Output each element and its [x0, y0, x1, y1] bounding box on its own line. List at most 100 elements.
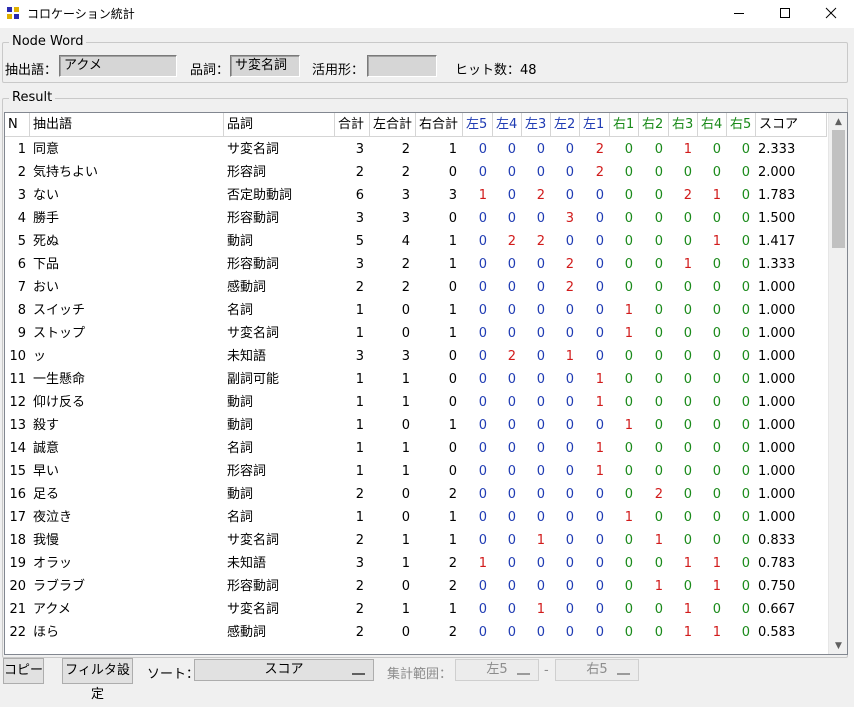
minimize-button[interactable] — [716, 0, 762, 26]
table-row[interactable]: 7 おい 感動詞 2 2 0 0 0 0 2 0 0 0 0 0 0 1.000 — [5, 276, 827, 299]
table-cell: 勝手 — [33, 211, 60, 226]
table-cell: 2 — [355, 625, 364, 640]
column-header[interactable]: 右合計 — [416, 113, 463, 137]
table-row[interactable]: 15 早い 形容詞 1 1 0 0 0 0 0 1 0 0 0 0 0 1.000 — [5, 460, 827, 483]
table-cell: 1 — [624, 510, 633, 525]
table-row[interactable]: 21 アクメ サ変名詞 2 1 1 0 0 1 0 0 0 0 1 0 0 0.667 — [5, 598, 827, 621]
table-cell: 0 — [624, 395, 633, 410]
table-row[interactable]: 17 夜泣き 名詞 1 0 1 0 0 0 0 0 1 0 0 0 0 1.000 — [5, 506, 827, 529]
scroll-thumb[interactable] — [832, 130, 845, 248]
column-header[interactable]: 品詞 — [224, 113, 335, 137]
table-row[interactable]: 5 死ぬ 動詞 5 4 1 0 2 2 0 0 0 0 0 1 0 1.417 — [5, 230, 827, 253]
table-cell: 1.000 — [758, 441, 796, 456]
table-cell: 0 — [595, 533, 604, 548]
chevron-down-icon — [517, 670, 530, 675]
table-row[interactable]: 13 殺す 動詞 1 0 1 0 0 0 0 0 1 0 0 0 0 1.000 — [5, 414, 827, 437]
table-cell: 0 — [507, 280, 516, 295]
table-cell: 1 — [712, 188, 721, 203]
table-row[interactable]: 6 下品 形容動詞 3 2 1 0 0 0 2 0 0 0 1 0 0 1.333 — [5, 253, 827, 276]
table-cell: 1 — [654, 579, 663, 594]
table-cell: 0 — [741, 625, 750, 640]
column-header[interactable]: 左2 — [551, 113, 580, 137]
table-cell: 1 — [448, 234, 457, 249]
range-from-dropdown[interactable]: 左5 — [455, 659, 539, 681]
column-header[interactable]: 右3 — [669, 113, 698, 137]
table-cell: 1 — [448, 257, 457, 272]
table-body: 1 同意 サ変名詞 3 2 1 0 0 0 0 2 0 0 1 0 0 2.333 2 気持ちよい 形容詞 2 2 0 0 0 0… — [5, 138, 827, 654]
table-row[interactable]: 11 一生懸命 副詞可能 1 1 0 0 0 0 0 1 0 0 0 0 0 1.000 — [5, 368, 827, 391]
table-row[interactable]: 4 勝手 形容動詞 3 3 0 0 0 0 3 0 0 0 0 0 0 1.500 — [5, 207, 827, 230]
table-cell: 1 — [683, 142, 692, 157]
table-cell: 0 — [654, 372, 663, 387]
table-cell: 0 — [565, 165, 574, 180]
table-cell: アクメ — [33, 602, 71, 617]
table-row[interactable]: 12 仰け反る 動詞 1 1 0 0 0 0 0 1 0 0 0 0 0 1.000 — [5, 391, 827, 414]
maximize-button[interactable] — [762, 0, 808, 26]
table-cell: 0 — [624, 602, 633, 617]
column-header[interactable]: 左5 — [463, 113, 493, 137]
table-cell: 0 — [683, 165, 692, 180]
vertical-scrollbar[interactable]: ▲ ▼ — [828, 113, 847, 654]
filter-settings-button[interactable]: フィルタ設定 — [62, 658, 133, 702]
table-cell: 一生懸命 — [33, 372, 86, 387]
table-row[interactable]: 9 ストップ サ変名詞 1 0 1 0 0 0 0 0 1 0 0 0 0 1.000 — [5, 322, 827, 345]
table-cell: 0 — [654, 418, 663, 433]
table-cell: 否定助動詞 — [227, 188, 293, 203]
table-row[interactable]: 8 スイッチ 名詞 1 0 1 0 0 0 0 0 1 0 0 0 0 1.000 — [5, 299, 827, 322]
table-row[interactable]: 20 ラブラブ 形容動詞 2 0 2 0 0 0 0 0 0 1 0 1 0 0.750 — [5, 575, 827, 598]
table-row[interactable]: 2 気持ちよい 形容詞 2 2 0 0 0 0 0 2 0 0 0 0 0 2.000 — [5, 161, 827, 184]
table-cell: 0 — [565, 487, 574, 502]
column-header[interactable]: 抽出語 — [30, 113, 224, 137]
close-button[interactable] — [808, 0, 854, 26]
table-cell: 0 — [595, 280, 604, 295]
column-header[interactable]: 合計 — [335, 113, 370, 137]
table-cell: 0 — [624, 487, 633, 502]
table-cell: 0 — [401, 625, 410, 640]
table-row[interactable]: 16 足る 動詞 2 0 2 0 0 0 0 0 0 2 0 0 0 1.000 — [5, 483, 827, 506]
column-header[interactable]: 左4 — [493, 113, 522, 137]
column-header[interactable]: 右1 — [610, 113, 639, 137]
table-cell: 0 — [712, 395, 721, 410]
table-row[interactable]: 19 オラッ 未知語 3 1 2 1 0 0 0 0 0 0 1 1 0 0.783 — [5, 552, 827, 575]
table-cell: 2 — [565, 280, 574, 295]
column-header[interactable]: 右4 — [698, 113, 727, 137]
range-to-dropdown[interactable]: 右5 — [555, 659, 639, 681]
column-header[interactable]: N — [5, 113, 30, 137]
column-header[interactable]: スコア — [756, 113, 827, 137]
table-cell: 0 — [565, 441, 574, 456]
table-cell: 2 — [17, 165, 26, 180]
table-cell: 動詞 — [227, 395, 254, 410]
table-row[interactable]: 10 ッ未知語 3 3 0 0 2 0 1 0 0 0 0 0 0 1.000 — [5, 345, 827, 368]
table-row[interactable]: 18 我慢 サ変名詞 2 1 1 0 0 1 0 0 0 1 0 0 0 0.833 — [5, 529, 827, 552]
table-cell: 0 — [741, 602, 750, 617]
table-cell: 0 — [741, 533, 750, 548]
table-cell: 0 — [565, 556, 574, 571]
table-row[interactable]: 1 同意 サ変名詞 3 2 1 0 0 0 0 2 0 0 1 0 0 2.333 — [5, 138, 827, 161]
table-row[interactable]: 22 ほら 感動詞 2 0 2 0 0 0 0 0 0 0 1 1 0 0.583 — [5, 621, 827, 644]
copy-button[interactable]: コピー — [3, 658, 44, 684]
column-header[interactable]: 右5 — [727, 113, 756, 137]
table-cell: 2 — [355, 579, 364, 594]
table-cell: 0 — [712, 464, 721, 479]
table-cell: 19 — [9, 556, 26, 571]
table-cell: 1 — [355, 372, 364, 387]
table-cell: 1.000 — [758, 303, 796, 318]
column-header[interactable]: 左1 — [580, 113, 610, 137]
scroll-down-icon[interactable]: ▼ — [829, 637, 847, 654]
column-header[interactable]: 左合計 — [370, 113, 416, 137]
scroll-up-icon[interactable]: ▲ — [829, 113, 847, 130]
column-header[interactable]: 左3 — [522, 113, 551, 137]
column-header[interactable]: 右2 — [639, 113, 669, 137]
table-cell: 0 — [654, 464, 663, 479]
table-cell: 2 — [683, 188, 692, 203]
result-table[interactable]: N 抽出語 品詞 合計 左合計 右合計 左5 左4 左3 左2 左1 右1 右2 右3 右4 右5 スコア 1 同… — [4, 112, 848, 655]
table-cell: スイッチ — [33, 303, 86, 318]
sort-dropdown[interactable]: スコア — [194, 659, 374, 681]
table-row[interactable]: 14 誠意 名詞 1 1 0 0 0 0 0 1 0 0 0 0 0 1.000 — [5, 437, 827, 460]
table-row[interactable]: 3 ない 否定助動詞 6 3 3 1 0 2 0 0 0 0 2 1 0 1.783 — [5, 184, 827, 207]
table-cell: 1.783 — [758, 188, 796, 203]
table-cell: 2 — [401, 165, 410, 180]
table-cell: 0 — [595, 326, 604, 341]
table-cell: 0 — [741, 211, 750, 226]
table-cell: 0 — [654, 188, 663, 203]
